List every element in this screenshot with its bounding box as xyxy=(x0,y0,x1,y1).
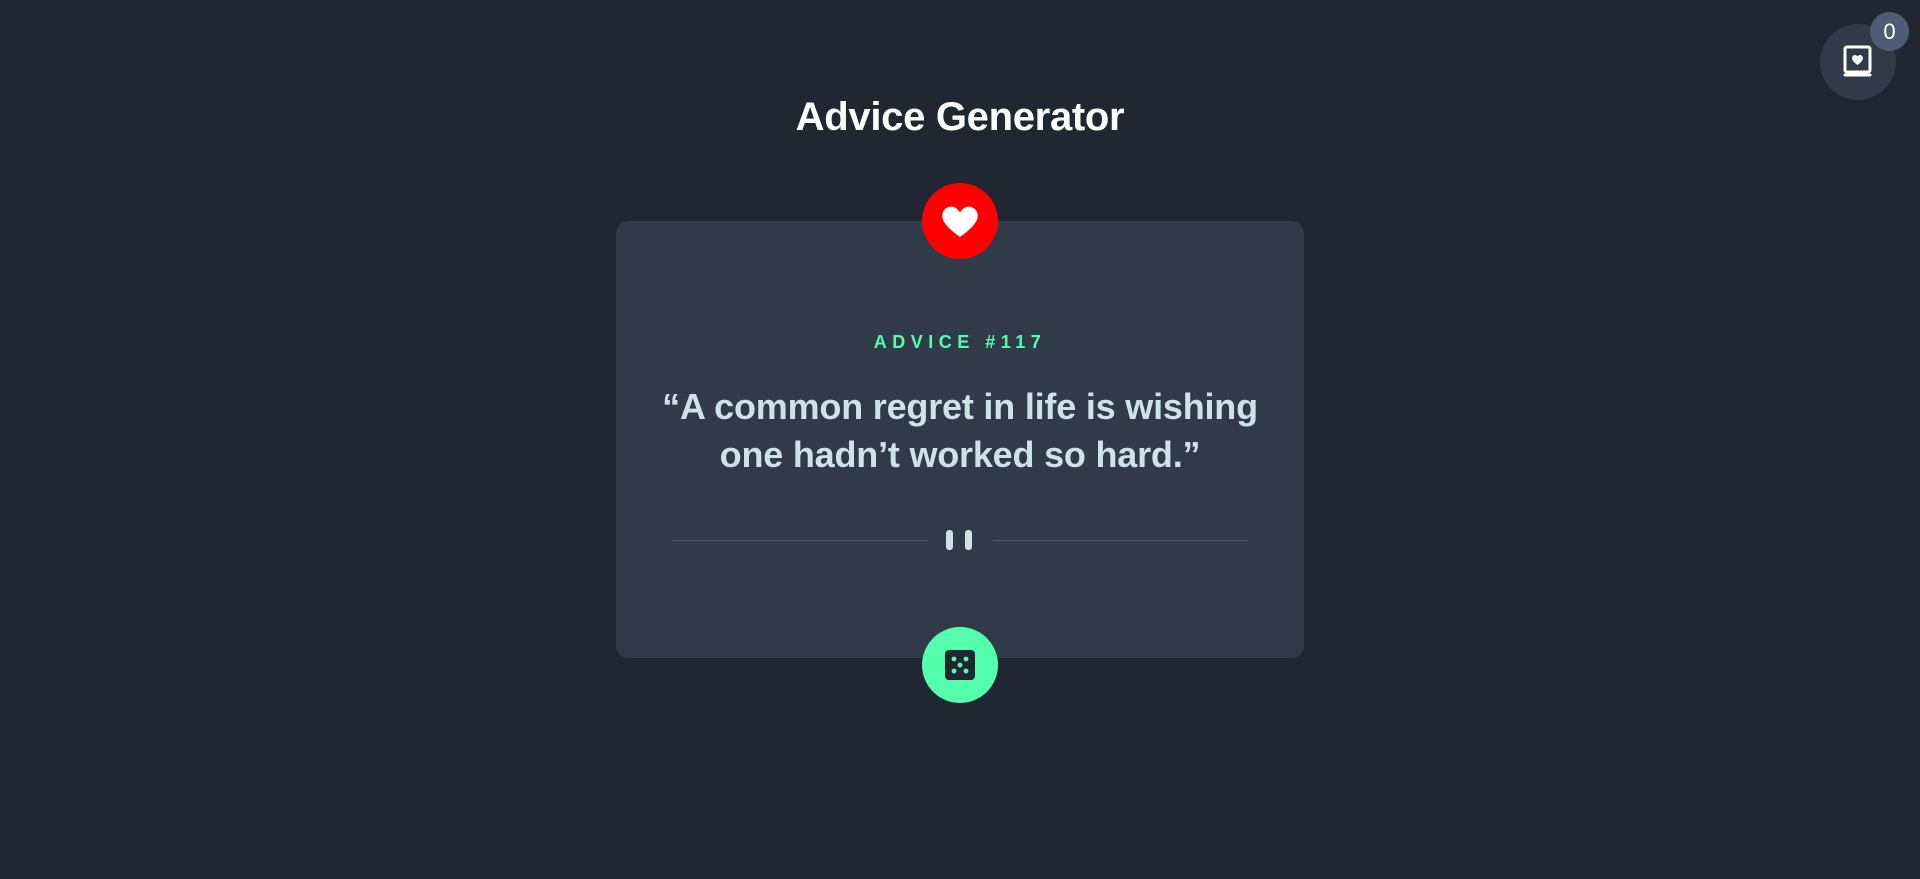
heart-icon xyxy=(942,206,978,237)
pause-bar-left xyxy=(946,530,953,550)
advice-generator-page: Advice Generator 0 ADVICE #117 “A common… xyxy=(0,0,1920,879)
divider-line-left xyxy=(672,540,928,541)
page-title: Advice Generator xyxy=(795,95,1125,139)
favorites-count-badge: 0 xyxy=(1870,12,1909,51)
dice-icon xyxy=(945,650,975,680)
book-heart-icon xyxy=(1843,45,1872,77)
divider-line-right xyxy=(993,540,1248,541)
favorite-button[interactable] xyxy=(922,183,998,259)
advice-number-label: ADVICE #117 xyxy=(873,332,1047,352)
new-advice-dice-button[interactable] xyxy=(922,627,998,703)
advice-quote: “A common regret in life is wishing one … xyxy=(662,386,1258,475)
pause-bar-right xyxy=(965,530,972,550)
pause-icon xyxy=(946,530,974,551)
